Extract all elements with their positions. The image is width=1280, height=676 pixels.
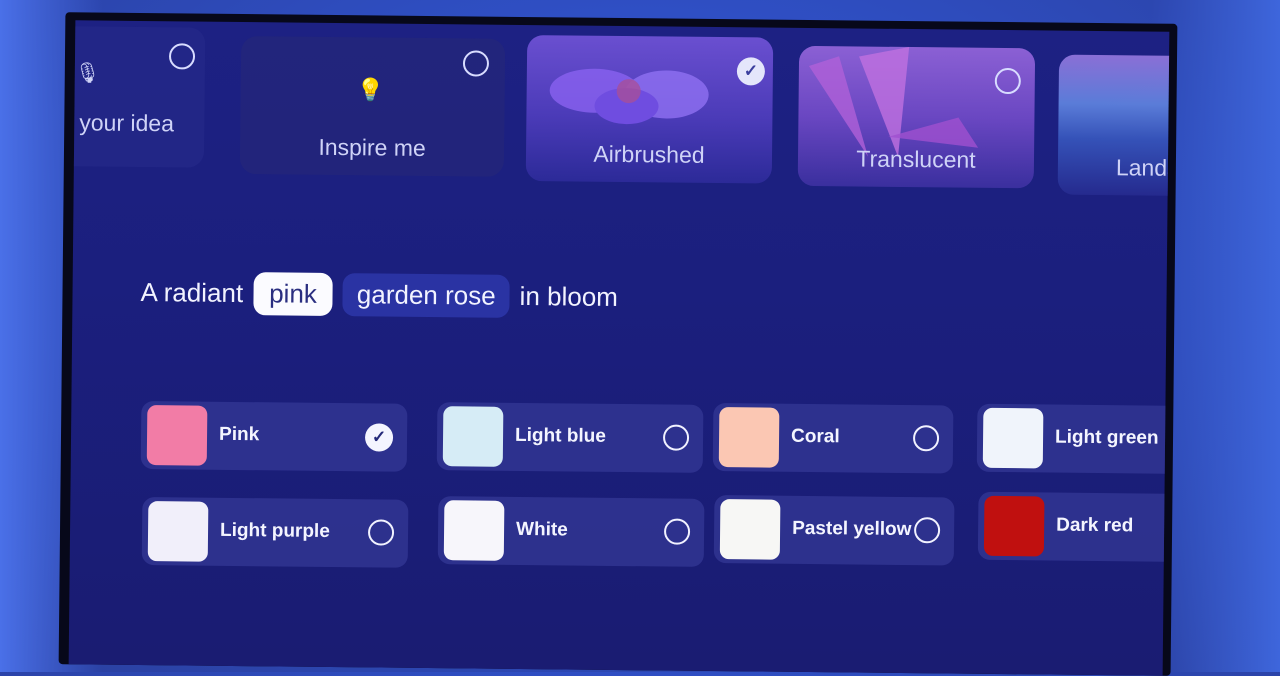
radio-unselected-icon[interactable]	[462, 50, 490, 77]
color-option-light-blue[interactable]: Light blue	[436, 402, 704, 473]
color-option-label: Dark red	[1056, 514, 1134, 537]
color-swatch	[146, 405, 208, 466]
color-option-coral[interactable]: Coral	[712, 402, 954, 474]
color-option-dark-red[interactable]: Dark red	[977, 491, 1170, 562]
radio-unselected-icon	[912, 425, 940, 452]
style-card-label: Lands	[1115, 154, 1170, 181]
style-card-label: your idea	[79, 109, 175, 137]
color-option-pink[interactable]: Pink ✓	[140, 401, 408, 472]
check-selected-icon[interactable]: ✓	[736, 57, 766, 86]
flower-thumbnail	[808, 47, 979, 157]
color-option-label: Pastel yellow	[792, 517, 912, 541]
color-swatch	[983, 495, 1045, 557]
radio-unselected-icon	[663, 518, 691, 545]
style-card-your-idea[interactable]: 🎙 your idea	[68, 25, 206, 168]
prompt-prefix: A radiant	[140, 276, 244, 309]
prompt-chip-subject[interactable]: garden rose	[342, 273, 510, 318]
color-swatch	[719, 499, 781, 560]
color-option-label: Coral	[790, 425, 840, 448]
radio-unselected-icon[interactable]	[168, 43, 196, 70]
style-card-landscape[interactable]: Lands	[1057, 54, 1170, 197]
flower-thumbnail	[549, 68, 709, 125]
tv-screen: 🎙 your idea 💡 Inspire me ✓ Airbrushed Tr…	[68, 20, 1170, 676]
color-option-label: Light blue	[514, 424, 606, 447]
lightbulb-sparkle-icon: 💡	[356, 77, 385, 103]
prompt-chip-color[interactable]: pink	[252, 272, 334, 316]
radio-unselected-icon[interactable]	[994, 67, 1021, 95]
radio-unselected-icon	[662, 424, 690, 451]
style-card-airbrushed[interactable]: ✓ Airbrushed	[525, 35, 774, 184]
color-swatch	[982, 407, 1044, 469]
style-card-label: Translucent	[856, 145, 976, 173]
style-card-label: Inspire me	[318, 133, 426, 161]
prompt-suffix: in bloom	[519, 280, 619, 312]
color-option-light-purple[interactable]: Light purple	[141, 497, 409, 568]
color-swatch	[718, 407, 780, 468]
color-option-label: White	[515, 518, 568, 541]
radio-unselected-icon	[913, 517, 941, 544]
color-option-label: Light green	[1054, 426, 1159, 449]
color-swatch	[147, 501, 209, 562]
check-selected-icon: ✓	[364, 423, 394, 452]
color-swatch	[443, 500, 505, 561]
style-card-label: Airbrushed	[593, 140, 705, 168]
style-card-inspire-me[interactable]: 💡 Inspire me	[239, 36, 506, 177]
color-option-white[interactable]: White	[437, 496, 705, 567]
radio-unselected-icon	[367, 519, 395, 546]
style-card-translucent[interactable]: Translucent	[797, 45, 1036, 189]
color-swatch	[442, 406, 504, 467]
color-option-light-green[interactable]: Light green	[976, 403, 1170, 474]
color-option-pastel-yellow[interactable]: Pastel yellow	[713, 495, 955, 566]
color-option-label: Pink	[218, 423, 260, 446]
microphone-icon: 🎙	[74, 62, 101, 85]
prompt-sentence: A radiant pink garden rose in bloom	[140, 271, 618, 319]
color-option-label: Light purple	[219, 519, 330, 542]
